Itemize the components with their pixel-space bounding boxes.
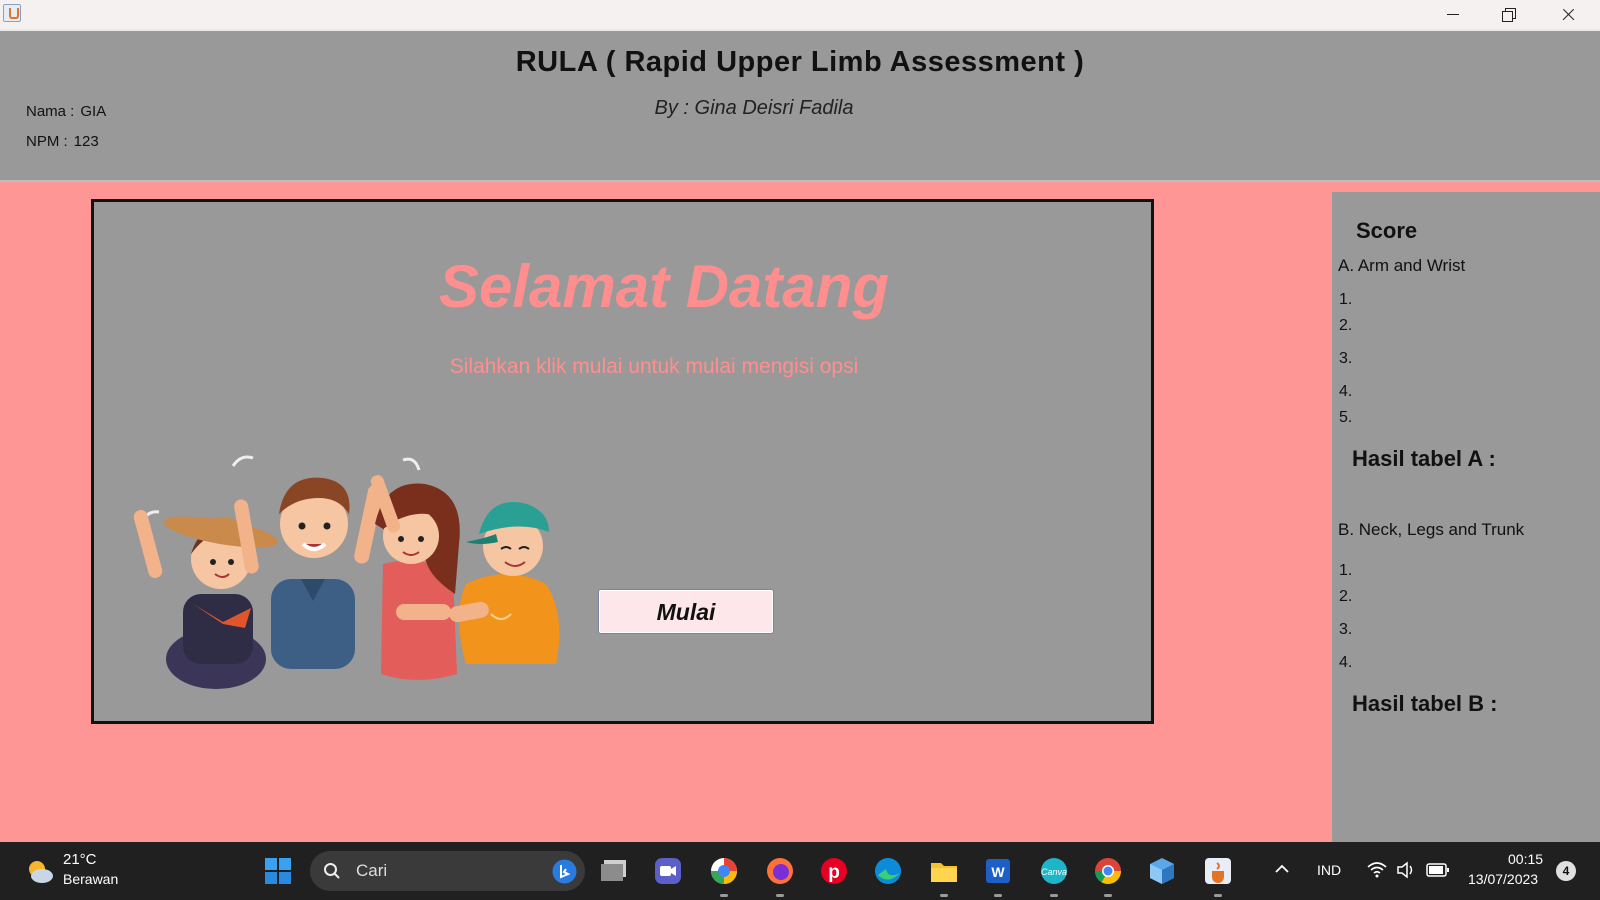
java-icon[interactable] <box>1202 855 1234 887</box>
windows-taskbar: 21°C Berawan Cari p W Canva IND 00:15 13… <box>0 842 1600 900</box>
person-woman-red <box>370 475 460 680</box>
volume-icon[interactable] <box>1395 860 1417 880</box>
section-a-heading: A. Arm and Wrist <box>1338 256 1466 275</box>
page-title: RULA ( Rapid Upper Limb Assessment ) <box>515 46 1085 78</box>
nama-row: Nama : GIA <box>26 103 106 120</box>
section-b-item: 2. <box>1339 588 1353 605</box>
person-boy-orange <box>449 502 560 664</box>
score-title: Score <box>1356 218 1418 243</box>
notification-badge[interactable]: 4 <box>1556 861 1576 881</box>
minimize-button[interactable] <box>1425 0 1481 29</box>
battery-icon[interactable] <box>1426 861 1450 879</box>
welcome-title: Selamat Datang <box>438 253 890 320</box>
language-indicator[interactable]: IND <box>1317 862 1341 878</box>
section-a-item: 3. <box>1339 350 1353 367</box>
person-girl-hat <box>133 509 279 689</box>
section-a-item: 2. <box>1339 317 1353 334</box>
word-icon[interactable]: W <box>982 855 1014 887</box>
section-a-item: 4. <box>1339 383 1353 400</box>
file-explorer-icon[interactable] <box>928 855 960 887</box>
section-a-item: 1. <box>1339 291 1353 308</box>
weather-temperature: 21°C <box>63 851 97 868</box>
result-table-a: Hasil tabel A : <box>1352 446 1496 471</box>
person-man-blue <box>234 477 383 669</box>
welcome-panel: Selamat Datang Silahkan klik mulai untuk… <box>91 199 1154 724</box>
running-indicator <box>1050 894 1058 897</box>
mulai-button[interactable]: Mulai <box>598 589 774 634</box>
weather-widget[interactable]: 21°C Berawan <box>26 851 136 891</box>
header-panel: RULA ( Rapid Upper Limb Assessment ) By … <box>0 29 1600 182</box>
java-app-icon <box>3 4 21 22</box>
search-placeholder: Cari <box>356 861 388 880</box>
npm-value: 123 <box>73 133 99 150</box>
result-table-b: Hasil tabel B : <box>1352 691 1498 716</box>
author-byline: By : Gina Deisri Fadila <box>654 97 854 119</box>
section-a-item: 5. <box>1339 409 1353 426</box>
waving-people-illustration <box>133 455 560 689</box>
section-b-item: 3. <box>1339 621 1353 638</box>
search-icon <box>324 863 340 879</box>
clock-date[interactable]: 13/07/2023 <box>1468 871 1538 887</box>
svg-text:Canva: Canva <box>1041 867 1067 877</box>
bing-icon[interactable] <box>552 859 577 884</box>
canva-icon[interactable]: Canva <box>1038 855 1070 887</box>
section-b-item: 4. <box>1339 654 1353 671</box>
3d-box-icon[interactable] <box>1146 855 1178 887</box>
partly-cloudy-icon <box>29 861 53 883</box>
wifi-icon[interactable] <box>1366 860 1388 880</box>
running-indicator <box>776 894 784 897</box>
window-title-bar <box>0 0 1600 30</box>
chrome-icon[interactable] <box>1092 855 1124 887</box>
weather-description: Berawan <box>63 871 119 887</box>
nama-value: GIA <box>80 103 107 120</box>
running-indicator <box>720 894 728 897</box>
teams-icon[interactable] <box>652 855 684 887</box>
taskbar-search-box[interactable]: Cari <box>310 851 585 891</box>
google-one-icon[interactable] <box>708 855 740 887</box>
npm-label: NPM : <box>26 133 68 150</box>
restore-button[interactable] <box>1481 0 1537 29</box>
section-b-item: 1. <box>1339 562 1353 579</box>
score-panel: Score A. Arm and Wrist 1. 2. 3. 4. 5. Ha… <box>1332 192 1600 842</box>
running-indicator <box>1214 894 1222 897</box>
clock-time[interactable]: 00:15 <box>1508 851 1543 867</box>
windows-start-icon[interactable] <box>262 855 294 887</box>
svg-text:W: W <box>991 864 1005 880</box>
edge-icon[interactable] <box>872 855 904 887</box>
chevron-up-icon[interactable] <box>1272 859 1292 879</box>
close-button[interactable] <box>1540 0 1596 29</box>
pinterest-icon[interactable]: p <box>818 855 850 887</box>
task-view-icon[interactable] <box>598 855 630 887</box>
svg-text:p: p <box>828 862 840 883</box>
npm-row: NPM : 123 <box>26 133 99 150</box>
firefox-icon[interactable] <box>764 855 796 887</box>
welcome-subtitle: Silahkan klik mulai untuk mulai mengisi … <box>449 355 859 378</box>
running-indicator <box>1104 894 1112 897</box>
running-indicator <box>994 894 1002 897</box>
section-b-heading: B. Neck, Legs and Trunk <box>1338 520 1525 539</box>
running-indicator <box>940 894 948 897</box>
nama-label: Nama : <box>26 103 75 120</box>
